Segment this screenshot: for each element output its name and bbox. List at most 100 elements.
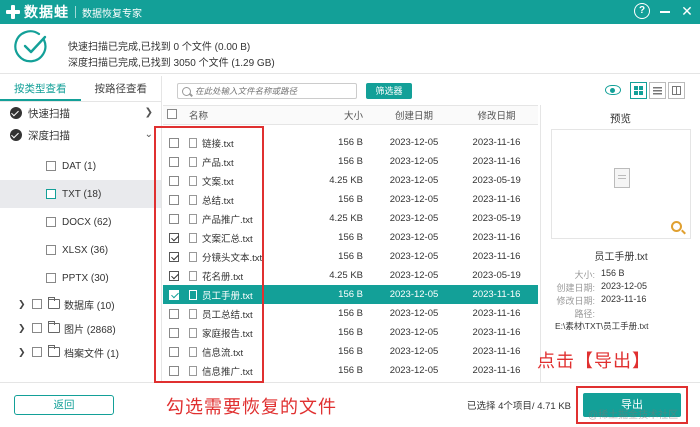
group-checkbox[interactable] xyxy=(32,299,42,309)
scan-mode-quick[interactable]: 快速扫描 ❯ xyxy=(0,102,161,124)
table-row[interactable]: 产品推广.txt 4.25 KB 2023-12-05 2023-05-19 xyxy=(163,209,538,228)
close-icon[interactable]: ✕ xyxy=(680,3,694,19)
row-checkbox[interactable] xyxy=(169,289,179,300)
column-name[interactable]: 名称 xyxy=(189,108,293,122)
category-txt[interactable]: TXT (18) xyxy=(0,180,161,208)
filter-button[interactable]: 筛选器 xyxy=(366,83,412,99)
table-row[interactable]: 分镜头文本.txt 156 B 2023-12-05 2023-11-16 xyxy=(163,247,538,266)
table-row[interactable]: 文案.txt 4.25 KB 2023-12-05 2023-05-19 xyxy=(163,171,538,190)
table-row[interactable]: 信息推广.txt 156 B 2023-12-05 2023-11-16 xyxy=(163,361,538,380)
tab-by-type[interactable]: 按类型查看 xyxy=(0,76,81,101)
category-dat[interactable]: DAT (1) xyxy=(0,152,161,180)
check-hint-annotation: 勾选需要恢复的文件 xyxy=(166,397,337,417)
row-checkbox[interactable] xyxy=(169,251,179,262)
tab-by-path[interactable]: 按路径查看 xyxy=(81,76,162,101)
row-checkbox-cell xyxy=(163,289,189,300)
file-name-cell: 信息流.txt xyxy=(189,345,293,359)
chevron-right-icon[interactable]: ❯ xyxy=(145,107,153,118)
select-all-checkbox[interactable] xyxy=(167,108,177,119)
detail-view-button[interactable] xyxy=(668,82,685,99)
column-created[interactable]: 创建日期 xyxy=(373,108,455,122)
chevron-down-icon[interactable]: ⌄ xyxy=(145,129,153,140)
row-checkbox[interactable] xyxy=(169,365,179,376)
file-name: 信息流.txt xyxy=(202,347,244,359)
selection-summary: 已选择 4个项目/ 4.71 KB xyxy=(467,401,572,412)
file-modified: 2023-05-19 xyxy=(472,213,521,224)
row-checkbox-cell xyxy=(163,365,189,376)
file-created: 2023-12-05 xyxy=(389,308,439,319)
column-modified[interactable]: 修改日期 xyxy=(455,108,538,122)
group-archives[interactable]: ❯ 档案文件 (1) xyxy=(0,340,161,364)
file-modified: 2023-11-16 xyxy=(472,156,521,167)
group-images[interactable]: ❯ 图片 (2868) xyxy=(0,316,161,340)
scan-mode-deep[interactable]: 深度扫描 ⌄ xyxy=(0,124,161,146)
group-database[interactable]: ❯ 数据库 (10) xyxy=(0,292,161,316)
zoom-icon[interactable] xyxy=(671,221,682,232)
category-checkbox[interactable] xyxy=(46,189,56,199)
expand-arrow-icon[interactable]: ❯ xyxy=(18,299,28,310)
row-checkbox[interactable] xyxy=(169,175,179,186)
row-checkbox[interactable] xyxy=(169,156,179,167)
category-checkbox[interactable] xyxy=(46,161,56,171)
expand-arrow-icon[interactable]: ❯ xyxy=(18,347,28,358)
file-name: 产品推广.txt xyxy=(202,214,253,226)
file-modified: 2023-11-16 xyxy=(472,365,521,376)
table-body: 链接.txt 156 B 2023-12-05 2023-11-16 产品.txt 156… xyxy=(163,133,538,380)
category-label: PPTX (30) xyxy=(62,272,109,284)
table-row[interactable]: 总结.txt 156 B 2023-12-05 2023-11-16 xyxy=(163,190,538,209)
file-modified: 2023-11-16 xyxy=(472,251,521,262)
help-icon[interactable]: ? xyxy=(634,3,650,19)
plus-logo-icon xyxy=(6,5,20,19)
file-size: 156 B xyxy=(338,156,363,167)
eye-icon[interactable] xyxy=(605,85,621,95)
file-size: 156 B xyxy=(338,232,363,243)
row-checkbox[interactable] xyxy=(169,327,179,338)
table-row[interactable]: 链接.txt 156 B 2023-12-05 2023-11-16 xyxy=(163,133,538,152)
back-button[interactable]: 返回 xyxy=(14,395,114,415)
row-checkbox[interactable] xyxy=(169,232,179,243)
table-row[interactable]: 文案汇总.txt 156 B 2023-12-05 2023-11-16 xyxy=(163,228,538,247)
table-row[interactable]: 产品.txt 156 B 2023-12-05 2023-11-16 xyxy=(163,152,538,171)
group-checkbox[interactable] xyxy=(32,347,42,357)
row-checkbox[interactable] xyxy=(169,346,179,357)
table-row[interactable]: 员工手册.txt 156 B 2023-12-05 2023-11-16 xyxy=(163,285,538,304)
row-checkbox[interactable] xyxy=(169,270,179,281)
file-name: 文案.txt xyxy=(202,176,234,188)
list-view-button[interactable] xyxy=(649,82,666,99)
title-bar: 数据蛙 数据恢复专家 ? ✕ xyxy=(0,0,700,24)
preview-panel: 预览 员工手册.txt 大小: 156 B 创建日期: 2023-12-05 修… xyxy=(540,105,700,382)
file-name: 总结.txt xyxy=(202,195,234,207)
file-name: 员工手册.txt xyxy=(202,290,253,302)
file-created: 2023-12-05 xyxy=(389,365,439,376)
file-modified: 2023-11-16 xyxy=(472,232,521,243)
view-mode-tabs: 按类型查看 按路径查看 xyxy=(0,76,161,102)
row-checkbox-cell xyxy=(163,194,189,205)
row-checkbox[interactable] xyxy=(169,137,179,148)
group-checkbox[interactable] xyxy=(32,323,42,333)
row-checkbox[interactable] xyxy=(169,213,179,224)
file-size: 156 B xyxy=(338,327,363,338)
search-box[interactable] xyxy=(177,83,357,99)
category-docx[interactable]: DOCX (62) xyxy=(0,208,161,236)
category-checkbox[interactable] xyxy=(46,245,56,255)
category-checkbox[interactable] xyxy=(46,217,56,227)
table-row[interactable]: 家庭报告.txt 156 B 2023-12-05 2023-11-16 xyxy=(163,323,538,342)
table-row[interactable]: 员工总结.txt 156 B 2023-12-05 2023-11-16 xyxy=(163,304,538,323)
search-input[interactable] xyxy=(195,86,355,96)
row-checkbox[interactable] xyxy=(169,308,179,319)
table-row[interactable]: 信息流.txt 156 B 2023-12-05 2023-11-16 xyxy=(163,342,538,361)
file-modified: 2023-11-16 xyxy=(472,194,521,205)
deep-scan-result: 深度扫描已完成,已找到 3050 个文件 (1.29 GB) xyxy=(68,58,275,69)
category-pptx[interactable]: PPTX (30) xyxy=(0,264,161,292)
grid-view-button[interactable] xyxy=(630,82,647,99)
table-row[interactable]: 花名册.txt 4.25 KB 2023-12-05 2023-05-19 xyxy=(163,266,538,285)
category-xlsx[interactable]: XLSX (36) xyxy=(0,236,161,264)
category-checkbox[interactable] xyxy=(46,273,56,283)
expand-arrow-icon[interactable]: ❯ xyxy=(18,323,28,334)
file-name: 家庭报告.txt xyxy=(202,328,253,340)
file-size: 156 B xyxy=(338,308,363,319)
minimize-icon[interactable] xyxy=(658,3,672,19)
column-size[interactable]: 大小 xyxy=(293,108,373,122)
row-checkbox[interactable] xyxy=(169,194,179,205)
file-icon xyxy=(189,346,197,357)
